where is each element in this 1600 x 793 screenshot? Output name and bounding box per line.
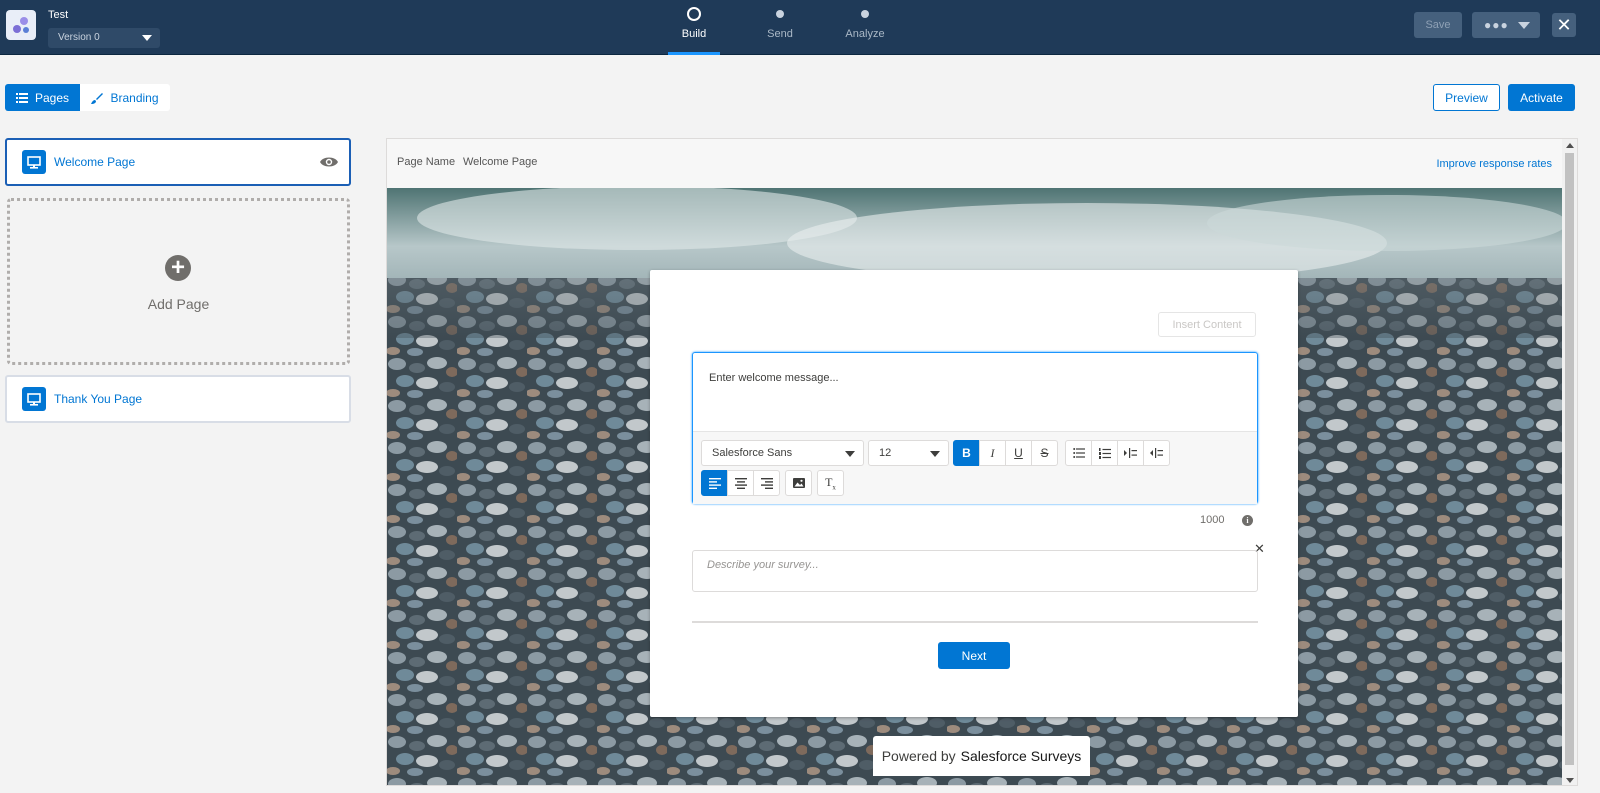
align-center-button[interactable] — [727, 470, 754, 496]
strikethrough-icon: S — [1040, 446, 1049, 460]
italic-icon: I — [990, 445, 995, 460]
powered-by-brand: Salesforce Surveys — [960, 748, 1082, 764]
next-button[interactable]: Next — [938, 642, 1010, 669]
improve-response-rates-link[interactable]: Improve response rates — [1436, 158, 1552, 170]
page-item-thank-you[interactable]: Thank You Page — [5, 375, 351, 423]
scroll-up-icon[interactable] — [1566, 143, 1574, 148]
underline-icon: U — [1014, 446, 1023, 460]
more-actions-menu[interactable]: ●●● — [1472, 12, 1540, 38]
activate-button[interactable]: Activate — [1508, 84, 1575, 111]
top-header-bar: Test Version 0 Build Send Analyze Save ●… — [0, 0, 1600, 55]
italic-button[interactable]: I — [979, 440, 1006, 466]
page-item-welcome[interactable]: Welcome Page — [5, 138, 351, 186]
scroll-down-icon[interactable] — [1566, 778, 1574, 783]
step-indicator-icon — [861, 10, 869, 18]
align-center-icon — [734, 477, 747, 489]
font-family-select[interactable]: Salesforce Sans — [701, 440, 864, 466]
active-step-underline — [668, 52, 720, 55]
surveys-app-icon — [6, 10, 36, 40]
insert-image-button[interactable] — [785, 470, 812, 496]
align-right-icon — [760, 477, 773, 489]
font-size-value: 12 — [879, 447, 892, 459]
more-dots-icon: ●●● — [1484, 18, 1509, 32]
welcome-form-card: Insert Content Enter welcome message... … — [650, 270, 1298, 717]
version-select[interactable]: Version 0 — [48, 28, 160, 48]
tab-pages[interactable]: Pages — [5, 84, 80, 111]
canvas-scrollbar[interactable] — [1562, 139, 1577, 785]
tab-label: Pages — [34, 90, 70, 105]
powered-by-prefix: Powered by — [881, 748, 956, 764]
step-analyze[interactable]: Analyze — [833, 0, 897, 55]
chevron-down-icon — [142, 35, 152, 41]
survey-title: Test — [48, 9, 69, 21]
outdent-icon — [1150, 448, 1163, 458]
scrollbar-thumb[interactable] — [1565, 153, 1574, 765]
clear-formatting-button[interactable]: Tx — [817, 470, 844, 496]
step-indicator-icon — [687, 7, 701, 21]
powered-by-badge: Powered by Salesforce Surveys — [873, 736, 1090, 776]
info-icon[interactable]: i — [1242, 515, 1253, 526]
add-page-dropzone[interactable]: + Add Page — [7, 198, 350, 365]
step-send[interactable]: Send — [754, 0, 806, 55]
tab-label: Branding — [110, 90, 159, 105]
clear-formatting-icon: Tx — [825, 474, 836, 492]
chevron-down-icon — [930, 451, 940, 457]
view-tab-group: Pages Branding — [5, 84, 170, 111]
character-counter: 1000 — [1200, 514, 1225, 526]
divider — [692, 621, 1258, 623]
strikethrough-button[interactable]: S — [1031, 440, 1058, 466]
add-icon: + — [165, 255, 191, 281]
bullet-list-button[interactable] — [1065, 440, 1092, 466]
step-label: Build — [681, 28, 707, 40]
insert-content-button[interactable]: Insert Content — [1158, 312, 1256, 337]
chevron-down-icon — [1518, 22, 1530, 29]
step-label: Analyze — [845, 28, 885, 40]
survey-description-input[interactable]: Describe your survey... — [692, 550, 1258, 592]
bold-icon: B — [962, 446, 971, 460]
step-indicator-icon — [776, 10, 784, 18]
align-right-button[interactable] — [753, 470, 780, 496]
canvas-header: Page Name Welcome Page Improve response … — [387, 139, 1562, 189]
bold-button[interactable]: B — [953, 440, 980, 466]
numbered-list-button[interactable] — [1091, 440, 1118, 466]
numbered-list-icon — [1098, 447, 1111, 459]
indent-button[interactable] — [1117, 440, 1144, 466]
align-left-icon — [708, 477, 721, 489]
eye-icon[interactable] — [319, 155, 339, 174]
outdent-button[interactable] — [1143, 440, 1170, 466]
list-icon — [15, 92, 28, 103]
add-page-label: Add Page — [147, 296, 210, 312]
page-name-value[interactable]: Welcome Page — [463, 156, 537, 168]
underline-button[interactable]: U — [1005, 440, 1032, 466]
welcome-message-editor[interactable]: Enter welcome message... Salesforce Sans… — [692, 352, 1258, 504]
page-name-label: Page Name — [397, 156, 456, 168]
tab-branding[interactable]: Branding — [80, 84, 170, 111]
welcome-message-placeholder[interactable]: Enter welcome message... — [709, 372, 839, 384]
font-size-select[interactable]: 12 — [868, 440, 949, 466]
page-canvas: Page Name Welcome Page Improve response … — [386, 138, 1578, 786]
indent-icon — [1124, 448, 1137, 458]
desktop-icon — [22, 150, 46, 174]
step-label: Send — [767, 28, 793, 40]
rich-text-toolbar: Salesforce Sans 12 B I U S Tx — [693, 431, 1257, 504]
bullet-list-icon — [1072, 448, 1085, 458]
desktop-icon — [22, 387, 46, 411]
align-left-button[interactable] — [701, 470, 728, 496]
brush-icon — [91, 92, 104, 104]
font-family-value: Salesforce Sans — [712, 447, 793, 459]
chevron-down-icon — [845, 451, 855, 457]
preview-button[interactable]: Preview — [1433, 84, 1500, 111]
save-button[interactable]: Save — [1414, 12, 1462, 38]
page-item-label: Welcome Page — [54, 155, 136, 169]
version-value: Version 0 — [58, 32, 100, 43]
close-button[interactable]: ✕ — [1552, 13, 1576, 37]
step-build[interactable]: Build — [668, 0, 720, 55]
page-item-label: Thank You Page — [54, 392, 143, 406]
image-icon — [792, 478, 805, 488]
